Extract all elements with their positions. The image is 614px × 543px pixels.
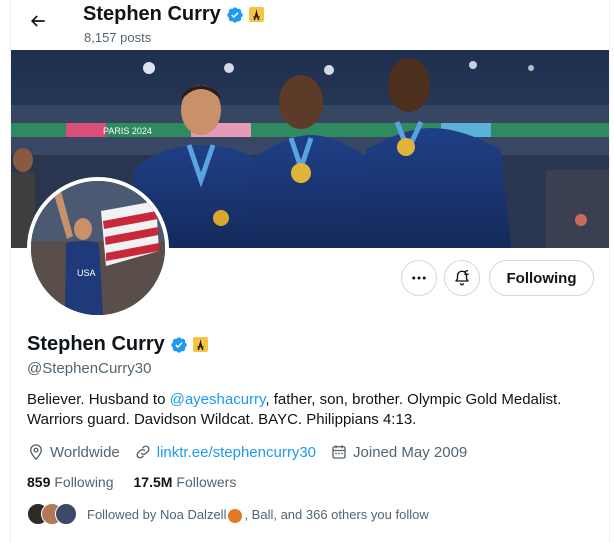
- affiliate-badge-icon: [248, 7, 264, 22]
- followed-by-text-start: Followed by Noa Dalzell: [87, 506, 227, 522]
- profile-meta: Worldwide linktr.ee/stephencurry30 Joine…: [27, 443, 481, 461]
- location-item: Worldwide: [27, 443, 120, 461]
- frame-border-right: [609, 0, 610, 543]
- banner-signage: PARIS 2024: [103, 126, 152, 136]
- location-text: Worldwide: [50, 443, 120, 461]
- followers-count: 17.5M: [133, 474, 173, 490]
- website-link[interactable]: linktr.ee/stephencurry30: [157, 444, 316, 461]
- follow-stats: 859 Following 17.5M Followers: [27, 474, 256, 490]
- affiliate-badge-icon[interactable]: [192, 337, 208, 352]
- website-item: linktr.ee/stephencurry30: [134, 443, 316, 461]
- verified-badge-icon[interactable]: [170, 336, 188, 354]
- profile-bio: Believer. Husband to @ayeshacurry, fathe…: [27, 390, 587, 430]
- profile-name: Stephen Curry: [27, 333, 208, 356]
- joined-text: Joined May 2009: [353, 443, 468, 461]
- joined-item: Joined May 2009: [330, 443, 467, 461]
- followed-by-link[interactable]: Followed by Noa Dalzell , Ball, and 366 …: [27, 503, 429, 525]
- avatar-photo: USA: [31, 181, 165, 315]
- bio-text-start: Believer. Husband to: [27, 391, 170, 408]
- following-label: Following: [54, 474, 114, 490]
- following-count-link[interactable]: 859 Following: [27, 474, 114, 490]
- calendar-icon: [332, 445, 346, 459]
- more-icon: [412, 276, 426, 280]
- following-count: 859: [27, 474, 51, 490]
- profile-name-text: Stephen Curry: [27, 333, 165, 355]
- bio-mention-link[interactable]: @ayeshacurry: [170, 391, 266, 408]
- followers-label: Followers: [176, 474, 237, 490]
- follower-avatars: [27, 503, 79, 525]
- back-arrow-icon: [30, 15, 45, 27]
- notification-bell-icon: [455, 269, 469, 286]
- more-options-button[interactable]: [401, 260, 437, 296]
- header-name-text: Stephen Curry: [83, 3, 221, 25]
- link-icon: [136, 445, 150, 459]
- header-title: Stephen Curry: [83, 3, 264, 26]
- followed-by-text-end: , Ball, and 366 others you follow: [244, 506, 429, 522]
- verified-badge-icon: [227, 6, 243, 23]
- post-count: 8,157 posts: [84, 30, 152, 45]
- profile-header: Stephen Curry 8,157 posts: [11, 0, 609, 50]
- profile-avatar[interactable]: USA: [27, 177, 169, 319]
- svg-text:USA: USA: [77, 268, 96, 278]
- followers-count-link[interactable]: 17.5M Followers: [134, 474, 237, 490]
- back-button[interactable]: [25, 8, 51, 34]
- avatar: [55, 503, 77, 525]
- basketball-icon: [228, 509, 243, 523]
- following-button[interactable]: Following: [489, 260, 594, 296]
- profile-handle: @StephenCurry30: [27, 360, 152, 377]
- notifications-button[interactable]: [444, 260, 480, 296]
- location-icon: [30, 444, 42, 461]
